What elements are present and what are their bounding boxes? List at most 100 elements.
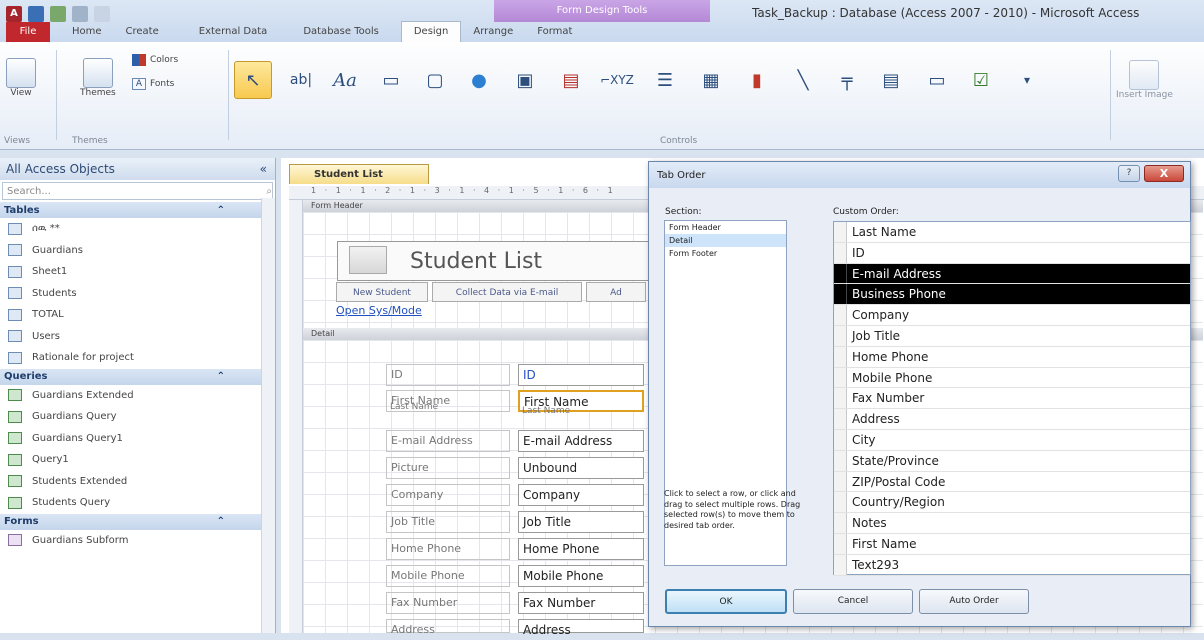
address-label[interactable]: Address [386, 619, 510, 636]
nav-item-table[interactable]: ሰዉ ** [0, 218, 275, 240]
navigation-icon[interactable]: ▤ [552, 61, 590, 99]
undo-icon[interactable] [50, 6, 66, 22]
id-textbox[interactable]: ID [518, 364, 644, 386]
job-title-textbox[interactable]: Job Title [518, 511, 644, 533]
nav-search-input[interactable]: Search... ⌕ [2, 182, 273, 200]
company-textbox[interactable]: Company [518, 484, 644, 506]
custom-order-row[interactable]: Notes [834, 513, 1190, 534]
nav-item-table[interactable]: TOTAL [0, 304, 275, 326]
nav-item-form[interactable]: Guardians Subform [0, 530, 275, 552]
checkbox-icon[interactable]: ☑ [962, 61, 1000, 99]
colors-button[interactable]: Colors [132, 54, 178, 66]
custom-order-row[interactable]: Home Phone [834, 346, 1190, 368]
chart-icon[interactable]: ▮ [738, 61, 776, 99]
listbox-icon[interactable]: ▤ [872, 61, 910, 99]
tab-arrange[interactable]: Arrange [461, 22, 525, 42]
tabcontrol-icon[interactable]: ▢ [416, 61, 454, 99]
custom-order-row-selected[interactable]: Business Phone [834, 284, 1190, 306]
fonts-button[interactable]: A Fonts [132, 78, 174, 90]
tab-database-tools[interactable]: Database Tools [291, 22, 391, 42]
add-button[interactable]: Ad [586, 282, 646, 302]
auto-order-button[interactable]: Auto Order [919, 589, 1029, 614]
custom-order-row[interactable]: City [834, 429, 1190, 451]
nav-section-forms[interactable]: Forms ⌃ [0, 513, 275, 530]
nav-item-query[interactable]: Guardians Query1 [0, 428, 275, 450]
mobile-phone-label[interactable]: Mobile Phone [386, 565, 510, 587]
custom-order-row-selected[interactable]: E-mail Address [834, 263, 1190, 285]
nav-header[interactable]: All Access Objects « [0, 158, 275, 180]
help-icon[interactable]: ? [1118, 165, 1140, 182]
nav-item-query[interactable]: Query1 [0, 449, 275, 471]
job-title-label[interactable]: Job Title [386, 511, 510, 533]
nav-item-query[interactable]: Guardians Query [0, 406, 275, 428]
tab-student-list[interactable]: Student List [289, 164, 429, 184]
new-student-button[interactable]: New Student [336, 282, 428, 302]
hyperlink-control[interactable]: Open Sys/Mode [336, 304, 422, 317]
line-icon[interactable]: ╲ [784, 61, 822, 99]
custom-order-row[interactable]: Last Name [834, 222, 1190, 243]
save-icon[interactable] [28, 6, 44, 22]
form-logo-image[interactable] [349, 246, 387, 274]
rectangle-icon[interactable]: ▭ [918, 61, 956, 99]
pointer-icon[interactable]: ↖ [234, 61, 272, 99]
nav-item-table[interactable]: Users [0, 326, 275, 348]
nav-item-table[interactable]: Guardians [0, 240, 275, 262]
last-name-label[interactable]: Last Name [386, 402, 510, 412]
view-button[interactable]: View [6, 58, 36, 98]
email-label[interactable]: E-mail Address [386, 430, 510, 452]
nav-item-query[interactable]: Guardians Extended [0, 385, 275, 407]
custom-order-listbox[interactable]: Last Name ID E-mail Address Business Pho… [833, 221, 1191, 576]
email-textbox[interactable]: E-mail Address [518, 430, 644, 452]
custom-order-row[interactable]: ID [834, 242, 1190, 264]
picture-textbox[interactable]: Unbound [518, 457, 644, 479]
button-icon[interactable]: ▭ [372, 61, 410, 99]
nav-item-table[interactable]: Sheet1 [0, 261, 275, 283]
custom-order-row[interactable]: Address [834, 409, 1190, 430]
mobile-phone-textbox[interactable]: Mobile Phone [518, 565, 644, 587]
dialog-title-bar[interactable]: Tab Order ? X [649, 162, 1190, 188]
custom-order-row[interactable]: State/Province [834, 450, 1190, 472]
custom-order-row[interactable]: Text293 [834, 554, 1190, 576]
tab-external-data[interactable]: External Data [187, 22, 280, 42]
access-app-icon[interactable]: A [6, 6, 22, 22]
tab-create[interactable]: Create [114, 22, 171, 42]
custom-order-row[interactable]: First Name [834, 533, 1190, 555]
section-item-selected[interactable]: Detail [665, 234, 786, 247]
tab-design[interactable]: Design [400, 21, 462, 42]
insert-image-button[interactable]: Insert Image [1116, 60, 1173, 100]
cancel-button[interactable]: Cancel [793, 589, 913, 614]
home-phone-label[interactable]: Home Phone [386, 538, 510, 560]
nav-scrollbar[interactable] [261, 198, 275, 633]
id-label[interactable]: ID [386, 364, 510, 386]
ok-button[interactable]: OK [665, 589, 787, 614]
nav-item-query[interactable]: Students Query [0, 492, 275, 514]
custom-order-row[interactable]: Fax Number [834, 388, 1190, 410]
section-item[interactable]: Form Footer [665, 247, 786, 260]
customize-qat-icon[interactable] [94, 6, 110, 22]
tab-format[interactable]: Format [525, 22, 584, 42]
custom-order-row[interactable]: ZIP/Postal Code [834, 471, 1190, 493]
themes-button[interactable]: Themes [80, 58, 116, 98]
nav-section-tables[interactable]: Tables ⌃ [0, 202, 275, 218]
togglebutton-icon[interactable]: ╤ [828, 61, 866, 99]
optiongroup-icon[interactable]: ⌐XYZ [598, 61, 636, 99]
more-controls-icon[interactable]: ▾ [1008, 61, 1046, 99]
section-item[interactable]: Form Header [665, 221, 786, 234]
nav-item-table[interactable]: Students [0, 283, 275, 305]
custom-order-row[interactable]: Mobile Phone [834, 367, 1190, 389]
redo-icon[interactable] [72, 6, 88, 22]
pagebreak-icon[interactable]: ☰ [646, 61, 684, 99]
nav-section-queries[interactable]: Queries ⌃ [0, 368, 275, 385]
combobox-icon[interactable]: ▦ [692, 61, 730, 99]
label-icon[interactable]: Aa [326, 61, 364, 99]
nav-item-table[interactable]: Rationale for project [0, 347, 275, 369]
nav-item-query[interactable]: Students Extended [0, 471, 275, 493]
textbox-icon[interactable]: ab| [282, 61, 320, 99]
picture-label[interactable]: Picture [386, 457, 510, 479]
last-name-textbox[interactable]: Last Name [518, 406, 644, 416]
fax-number-label[interactable]: Fax Number [386, 592, 510, 614]
collect-data-button[interactable]: Collect Data via E-mail [432, 282, 582, 302]
close-icon[interactable]: X [1144, 165, 1184, 182]
custom-order-row[interactable]: Job Title [834, 325, 1190, 347]
company-label[interactable]: Company [386, 484, 510, 506]
